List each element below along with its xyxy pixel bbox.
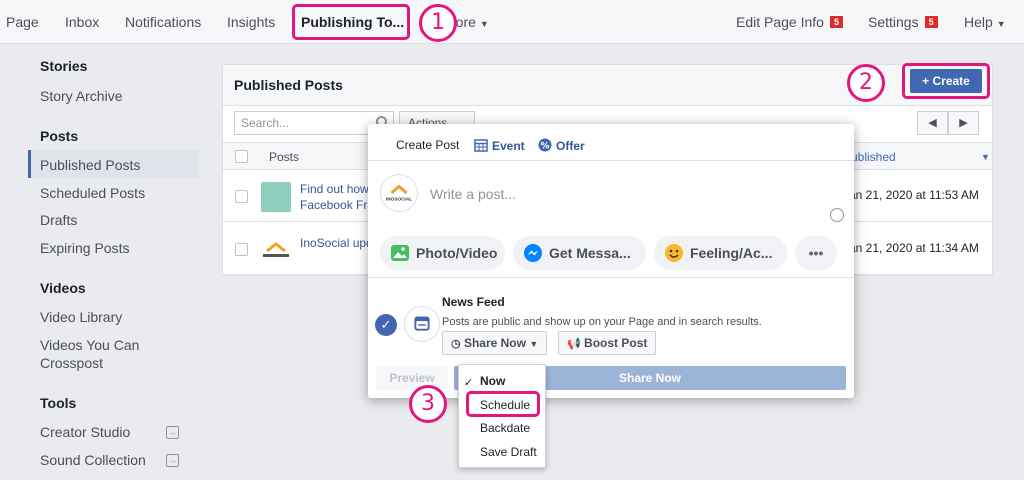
feeling-smiley-icon (665, 244, 683, 262)
sidebar-item-scheduled-posts[interactable]: Scheduled Posts (40, 184, 145, 202)
share-now-dropdown[interactable]: ◷ Share Now ▼ (442, 331, 548, 355)
boost-post-label: Boost Post (584, 336, 648, 350)
notification-badge: 5 (923, 15, 939, 29)
row-checkbox[interactable] (235, 190, 248, 203)
edit-page-info-label: Edit Page Info (736, 14, 824, 30)
menu-item-backdate[interactable]: Backdate (480, 421, 530, 435)
notification-badge: 5 (828, 15, 844, 29)
news-feed-icon (404, 306, 440, 342)
page-avatar: INOSOCIAL (380, 174, 418, 212)
inosocial-logo-icon (263, 242, 289, 257)
nav-insights[interactable]: Insights (227, 14, 275, 30)
sidebar-item-published-posts[interactable]: Published Posts (40, 156, 140, 174)
nav-notifications[interactable]: Notifications (125, 14, 201, 30)
sidebar-heading-stories: Stories (40, 58, 88, 74)
divider (368, 160, 854, 161)
photo-video-button[interactable]: Photo/Video (380, 236, 505, 270)
top-nav: Page Inbox Notifications Insights Publis… (0, 0, 1024, 44)
tab-offer[interactable]: % Offer (538, 138, 585, 153)
menu-item-save-draft[interactable]: Save Draft (480, 445, 537, 459)
feeling-activity-button[interactable]: Feeling/Ac... (654, 236, 787, 270)
sidebar-heading-tools: Tools (40, 395, 77, 411)
clock-icon: ◷ (451, 338, 461, 350)
megaphone-icon: 📢 (567, 338, 581, 350)
create-post-dialog: Create Post Event % Offer INOSOCIAL Write… (368, 124, 854, 398)
create-button[interactable]: + Create (910, 69, 982, 93)
prev-page-button[interactable]: ◀ (917, 111, 948, 135)
post-date: Jan 21, 2020 at 11:53 AM (843, 188, 979, 202)
settings-label: Settings (868, 14, 919, 30)
share-now-dropdown-label: Share Now (463, 336, 526, 350)
feeling-activity-label: Feeling/Ac... (690, 245, 773, 261)
column-posts[interactable]: Posts (269, 150, 299, 164)
divider (368, 277, 854, 278)
check-icon: ✓ (464, 377, 474, 389)
external-link-icon: → (166, 454, 179, 467)
sidebar-item-drafts[interactable]: Drafts (40, 211, 77, 229)
sidebar-heading-posts: Posts (40, 128, 79, 144)
nav-edit-page-info[interactable]: Edit Page Info 5 (736, 14, 844, 30)
post-title-line-1[interactable]: InoSocial upd (300, 235, 373, 251)
tab-offer-label: Offer (556, 139, 585, 153)
tab-create-post[interactable]: Create Post (396, 138, 459, 152)
next-page-button[interactable]: ▶ (948, 111, 979, 135)
news-feed-glyph-icon (414, 316, 430, 331)
highlight-publishing-tools (292, 4, 410, 40)
post-title-line-2[interactable]: Facebook Fri (300, 197, 370, 213)
nav-help[interactable]: Help ▼ (964, 14, 1006, 30)
nav-page[interactable]: Page (6, 14, 39, 30)
svg-text:%: % (540, 142, 549, 152)
post-date: Jan 21, 2020 at 11:34 AM (843, 241, 979, 255)
calendar-icon (474, 139, 488, 152)
menu-item-now[interactable]: Now (480, 374, 505, 388)
avatar-logo-text: INOSOCIAL (386, 197, 412, 203)
nav-inbox[interactable]: Inbox (65, 14, 99, 30)
panel-title: Published Posts (234, 77, 343, 93)
post-thumbnail (261, 182, 291, 212)
tab-event[interactable]: Event (474, 138, 525, 153)
boost-post-button[interactable]: 📢 Boost Post (558, 331, 657, 355)
offer-tag-icon: % (538, 138, 552, 152)
help-label: Help (964, 14, 993, 30)
sort-desc-icon[interactable]: ▼ (981, 152, 990, 162)
highlight-schedule (466, 391, 540, 417)
chevron-down-icon: ▼ (996, 19, 1006, 29)
chevron-down-icon: ▼ (529, 339, 539, 349)
step-3-marker: 3 (409, 385, 447, 423)
checkmark-icon[interactable]: ✓ (375, 314, 397, 336)
row-checkbox[interactable] (235, 243, 248, 256)
sidebar-item-story-archive[interactable]: Story Archive (40, 87, 122, 105)
tab-event-label: Event (492, 139, 525, 153)
sidebar-heading-videos: Videos (40, 280, 86, 296)
post-title-line-1[interactable]: Find out how (300, 181, 369, 197)
sidebar-item-sound-collection[interactable]: Sound Collection (40, 451, 146, 469)
get-messages-label: Get Messa... (549, 245, 631, 261)
sidebar-item-videos-you-can-crosspost[interactable]: Videos You Can Crosspost (40, 336, 150, 372)
step-1-marker: 1 (419, 4, 457, 42)
photo-video-label: Photo/Video (416, 245, 498, 261)
chevron-down-icon: ▼ (479, 19, 489, 29)
get-messages-button[interactable]: Get Messa... (513, 236, 646, 270)
step-2-marker: 2 (847, 64, 885, 102)
emoji-icon[interactable] (830, 208, 844, 222)
external-link-icon: → (166, 426, 179, 439)
news-feed-description: Posts are public and show up on your Pag… (442, 316, 762, 328)
sidebar-item-video-library[interactable]: Video Library (40, 308, 122, 326)
nav-settings[interactable]: Settings 5 (868, 14, 939, 30)
news-feed-title: News Feed (442, 295, 505, 309)
more-options-button[interactable]: ••• (795, 236, 837, 270)
select-all-checkbox[interactable] (235, 150, 248, 163)
photo-icon (391, 245, 409, 261)
sidebar-item-creator-studio[interactable]: Creator Studio (40, 423, 130, 441)
sidebar-item-expiring-posts[interactable]: Expiring Posts (40, 239, 129, 257)
messenger-icon (524, 244, 542, 262)
post-text-input[interactable]: Write a post... (430, 186, 516, 202)
